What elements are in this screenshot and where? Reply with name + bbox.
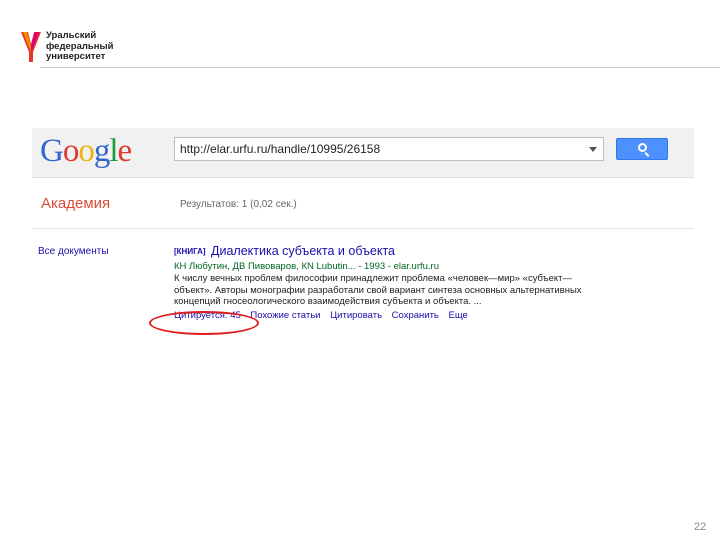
header-divider (40, 67, 720, 68)
slide: Уральский федеральный университет Google… (0, 0, 720, 540)
dropdown-arrow-icon[interactable] (589, 147, 597, 152)
result-snippet: К числу вечных проблем философии принадл… (174, 273, 582, 307)
search-icon (638, 143, 647, 152)
search-button[interactable] (616, 138, 668, 160)
results-count: Результатов: 1 (0,02 сек.) (180, 199, 297, 210)
google-logo-letter-g2: g (93, 133, 110, 169)
google-logo-letter-o1: o (62, 133, 79, 169)
google-logo-letter-l: l (109, 133, 118, 169)
university-name: Уральский федеральный университет (46, 30, 113, 63)
google-logo-letter-e: e (117, 133, 133, 169)
result-authors-source: КН Любутин, ДВ Пивоваров, КN Lubutin... … (174, 261, 439, 272)
google-logo-letter-o2: o (78, 133, 94, 169)
save-link[interactable]: Сохранить (392, 310, 439, 321)
scholar-top-bar: Google http://elar.urfu.ru/handle/10995/… (32, 128, 694, 178)
cite-link[interactable]: Цитировать (330, 310, 382, 321)
result-title-link[interactable]: Диалектика субъекта и объекта (211, 244, 395, 258)
citation-highlight-ellipse (149, 311, 259, 335)
scholar-label[interactable]: Академия (41, 195, 110, 212)
scholar-screenshot: Google http://elar.urfu.ru/handle/10995/… (32, 128, 694, 338)
related-articles-link[interactable]: Похожие статьи (250, 310, 320, 321)
search-input-value: http://elar.urfu.ru/handle/10995/26158 (180, 142, 381, 156)
results-divider (32, 228, 694, 229)
search-result: [КНИГА] Диалектика субъекта и объекта КН… (174, 244, 604, 322)
university-logo: Уральский федеральный университет (20, 30, 140, 66)
result-title-row: [КНИГА] Диалектика субъекта и объекта (174, 244, 604, 259)
all-documents-filter[interactable]: Все документы (38, 246, 109, 257)
university-emblem-icon (21, 32, 41, 62)
university-name-line-1: Уральский (46, 30, 97, 41)
page-number: 22 (694, 521, 707, 533)
result-type-tag: [КНИГА] (174, 247, 206, 256)
search-input[interactable]: http://elar.urfu.ru/handle/10995/26158 (174, 137, 604, 161)
university-name-line-3: университет (46, 51, 106, 62)
google-logo-letter-g: G (40, 133, 64, 169)
more-link[interactable]: Еще (449, 310, 468, 321)
google-logo[interactable]: Google (40, 131, 133, 171)
